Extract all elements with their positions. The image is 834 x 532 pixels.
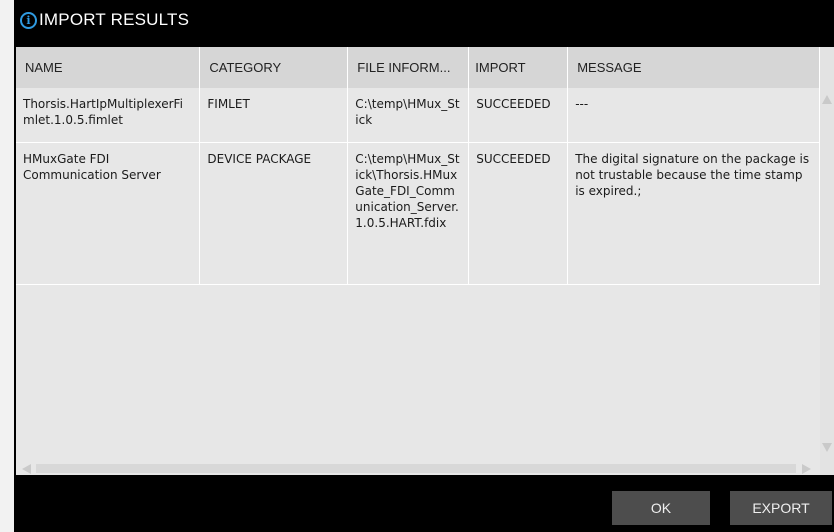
column-header-message[interactable]: MESSAGE (567, 47, 820, 88)
info-icon: i (20, 12, 37, 29)
cell-import-status: SUCCEEDED (468, 88, 569, 143)
results-grid-area: NAME CATEGORY FILE INFORM... IMPORT MESS… (16, 47, 820, 462)
import-results-dialog: i IMPORT RESULTS NAME CATEGORY FILE INFO… (14, 0, 834, 532)
dialog-title-bar: i IMPORT RESULTS (14, 0, 834, 42)
cell-file-information: C:\temp\HMux_Stick (347, 88, 470, 143)
vertical-scrollbar[interactable] (820, 47, 834, 462)
table-row[interactable]: Thorsis.HartIpMultiplexerFimlet.1.0.5.fi… (16, 88, 820, 143)
horizontal-scrollbar[interactable] (16, 462, 820, 475)
export-button[interactable]: EXPORT (730, 491, 832, 525)
table-header-row: NAME CATEGORY FILE INFORM... IMPORT MESS… (16, 47, 820, 88)
cell-message: --- (567, 88, 820, 143)
horizontal-scroll-thumb[interactable] (36, 464, 796, 473)
cell-category: FIMLET (199, 88, 349, 143)
column-header-name[interactable]: NAME (16, 47, 201, 88)
results-table: NAME CATEGORY FILE INFORM... IMPORT MESS… (16, 47, 820, 285)
cell-name: Thorsis.HartIpMultiplexerFimlet.1.0.5.fi… (16, 88, 201, 143)
cell-category: DEVICE PACKAGE (199, 142, 349, 285)
table-row[interactable]: HMuxGate FDI Communication Server DEVICE… (16, 142, 820, 285)
scroll-down-arrow-icon[interactable] (822, 443, 832, 452)
cell-file-information: C:\temp\HMux_Stick\Thorsis.HMuxGate_FDI_… (347, 142, 470, 285)
column-header-import[interactable]: IMPORT (468, 47, 569, 88)
dialog-title: IMPORT RESULTS (39, 10, 190, 29)
cell-name: HMuxGate FDI Communication Server (16, 142, 201, 285)
column-header-category[interactable]: CATEGORY (199, 47, 349, 88)
scroll-right-arrow-icon[interactable] (802, 464, 811, 474)
cell-message: The digital signature on the package is … (567, 142, 820, 285)
cell-import-status: SUCCEEDED (468, 142, 569, 285)
scroll-up-arrow-icon[interactable] (822, 95, 832, 104)
ok-button[interactable]: OK (612, 491, 710, 525)
scroll-left-arrow-icon[interactable] (22, 464, 31, 474)
column-header-file-information[interactable]: FILE INFORM... (347, 47, 470, 88)
scrollbar-corner (820, 462, 834, 475)
